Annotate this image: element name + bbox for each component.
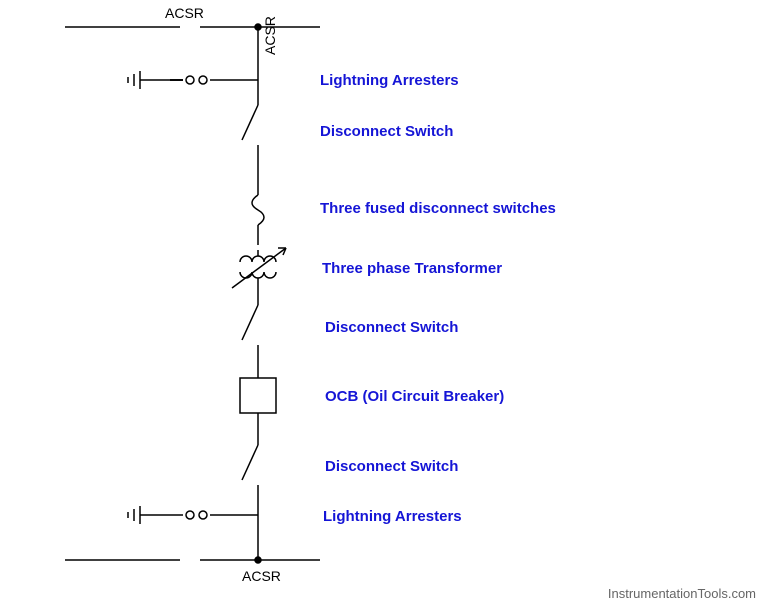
label-disconnect-switch-1: Disconnect Switch — [320, 123, 453, 140]
watermark: InstrumentationTools.com — [608, 586, 756, 601]
label-lightning-arresters-top: Lightning Arresters — [320, 72, 459, 89]
label-lightning-arresters-bottom: Lightning Arresters — [323, 508, 462, 525]
label-three-phase-transformer: Three phase Transformer — [322, 260, 502, 277]
acsr-label-top: ACSR — [165, 5, 204, 21]
label-fused-disconnect: Three fused disconnect switches — [320, 200, 556, 217]
label-disconnect-switch-2: Disconnect Switch — [325, 319, 458, 336]
acsr-label-vertical: ACSR — [262, 16, 278, 55]
label-ocb: OCB (Oil Circuit Breaker) — [325, 388, 504, 405]
acsr-label-bottom: ACSR — [242, 568, 281, 584]
label-disconnect-switch-3: Disconnect Switch — [325, 458, 458, 475]
